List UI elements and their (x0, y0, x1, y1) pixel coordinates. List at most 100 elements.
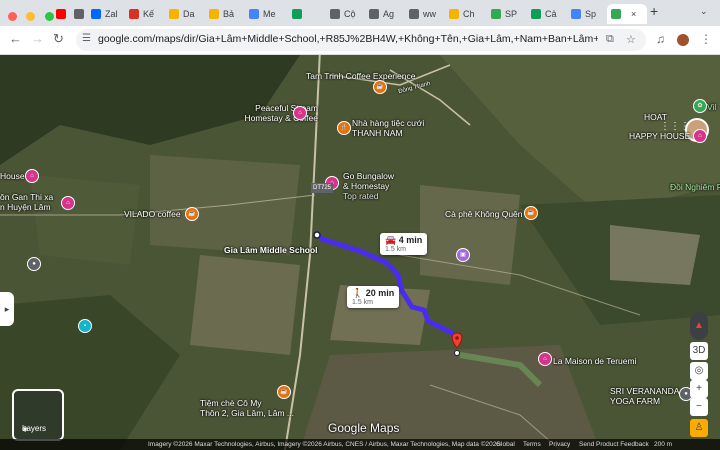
browser-tab[interactable]: Da (165, 4, 203, 24)
walking-icon: 🚶 (352, 288, 364, 298)
site-info-icon[interactable]: ☰ (82, 33, 91, 44)
restaurant-pin-icon[interactable]: 🍴 (337, 121, 351, 135)
browser-tab[interactable]: Sp (567, 4, 605, 24)
tab-favicon-icon (369, 9, 379, 19)
tab-title: ww (423, 9, 436, 19)
zoom-in-button[interactable]: + (690, 380, 708, 398)
zoom-out-button[interactable]: − (690, 398, 708, 416)
place-label[interactable]: Đồi Nghiêm P (670, 182, 720, 192)
tab-title: Ag (383, 9, 395, 19)
cafe-pin-icon[interactable]: ☕ (524, 206, 538, 220)
tab-favicon-icon (56, 9, 66, 19)
browser-tab[interactable]: ww (405, 4, 443, 24)
forward-icon[interactable]: → (31, 31, 44, 46)
tab-favicon-icon (91, 9, 101, 19)
browser-tab[interactable]: Kế (125, 4, 163, 24)
browser-tab[interactable]: Zal (87, 4, 125, 24)
tab-favicon-icon (209, 9, 219, 19)
browser-tab[interactable]: Bả (205, 4, 243, 24)
my-location-icon[interactable]: ◎ (690, 362, 708, 380)
terms-link[interactable]: Terms (523, 439, 541, 450)
tab-favicon-icon (249, 9, 259, 19)
origin-label[interactable]: Gia Lâm Middle School (224, 245, 318, 255)
cafe-pin-icon[interactable]: ☕ (185, 207, 199, 221)
drive-route-callout[interactable]: 🚘 4 min 1.5 km (380, 233, 428, 255)
place-label[interactable]: Tam Trinh Coffee Experience (306, 71, 415, 81)
hotel-pin-icon[interactable]: ⌂ (61, 196, 75, 210)
tab-title: Da (183, 9, 195, 19)
new-tab-button[interactable]: + (650, 3, 658, 19)
place-label[interactable]: HOAT (644, 112, 667, 122)
map-footer: Imagery ©2026 Maxar Technologies, Airbus… (0, 439, 720, 450)
tab-title: SP (505, 9, 518, 19)
google-maps-logo: Google Maps (328, 421, 400, 435)
scale-bar[interactable]: 200 m (654, 439, 672, 450)
global-link[interactable]: Global (496, 439, 515, 450)
tab-title: Sp (585, 9, 597, 19)
browser-tab[interactable]: Cộ (326, 4, 364, 24)
place-label[interactable]: HAPPY HOUSE (629, 131, 690, 141)
3d-toggle-button[interactable]: 3D (690, 342, 708, 360)
media-controls-icon[interactable]: ♫ (656, 32, 665, 46)
browser-tab[interactable]: Cả (527, 4, 565, 24)
hotel-pin-icon[interactable]: ⌂ (25, 169, 39, 183)
tab-title: Kế (143, 9, 155, 19)
browser-tab[interactable] (288, 4, 326, 24)
layers-label: Layers (22, 424, 47, 433)
walk-distance: 1.5 km (352, 299, 374, 306)
install-app-icon[interactable]: ⧉ (606, 33, 614, 46)
tab-favicon-icon (74, 9, 84, 19)
place-label[interactable]: House (0, 171, 25, 181)
map-canvas[interactable]: ▸ ⋮⋮⋮ Tam Trinh Coffee Experience ☕ Peac… (0, 55, 720, 450)
browser-menu-icon[interactable]: ⋮ (700, 32, 712, 46)
cafe-pin-icon[interactable]: ☕ (277, 385, 291, 399)
reload-icon[interactable]: ↻ (53, 31, 64, 47)
place-label[interactable]: VILADO coffee (124, 209, 181, 219)
place-label[interactable]: Nhà hàng tiệc cưới THANH NAM (352, 118, 424, 138)
road-shield: DT725 (311, 183, 334, 193)
car-icon: 🚘 (385, 235, 397, 245)
collapse-side-panel-button[interactable]: ▸ (0, 292, 14, 326)
browser-tab[interactable]: × (607, 4, 647, 24)
profile-avatar[interactable] (677, 34, 689, 46)
pegman-icon[interactable]: ♙ (690, 419, 708, 437)
compass-icon[interactable]: ▲ (690, 312, 708, 340)
bookmark-star-icon[interactable]: ☆ (626, 33, 636, 46)
place-pin-icon[interactable]: ▪ (78, 319, 92, 333)
tab-favicon-icon (571, 9, 581, 19)
place-label[interactable]: La Maison de Teruemi (553, 356, 636, 366)
browser-tab[interactable]: SP (487, 4, 525, 24)
park-pin-icon[interactable]: ✿ (693, 99, 707, 113)
layers-button[interactable]: ◈ Layers (12, 389, 64, 441)
tab-title: Cả (545, 9, 557, 19)
location-pin-icon[interactable]: ● (27, 257, 41, 271)
minimize-window-button[interactable] (26, 12, 36, 21)
address-bar[interactable]: ☰ google.com/maps/dir/Gia+Lâm+Middle+Sch… (76, 29, 646, 51)
browser-tab[interactable]: Ag (365, 4, 403, 24)
place-label[interactable]: Cà phê Không Quên (445, 209, 523, 219)
place-label[interactable]: SRI VERANANDA YOGA FARM (610, 386, 679, 406)
hotel-pin-icon[interactable]: ⌂ (538, 352, 552, 366)
tab-favicon-icon (292, 9, 302, 19)
feedback-link[interactable]: Send Product Feedback (579, 439, 649, 450)
place-label[interactable]: Vil (707, 102, 716, 112)
place-label[interactable]: Tiệm chè Cô My Thôn 2, Gia Lâm, Lâm ... (200, 398, 294, 418)
hotel-pin-icon[interactable]: ⌂ (693, 129, 707, 143)
place-label[interactable]: Go Bungalow & Homestay (343, 171, 394, 191)
place-rating-label: Top rated (343, 191, 379, 201)
drive-time: 4 min (398, 235, 423, 245)
close-tab-icon[interactable]: × (631, 9, 636, 19)
shop-pin-icon[interactable]: ▣ (456, 248, 470, 262)
tab-search-button[interactable]: ⌄ (700, 6, 708, 17)
browser-tab[interactable]: Ch (445, 4, 483, 24)
place-label[interactable]: ôn Gan Thi xa n Huyện Lâm (0, 192, 53, 212)
walk-route-callout[interactable]: 🚶 20 min 1.5 km (347, 286, 400, 308)
close-window-button[interactable] (8, 12, 17, 21)
browser-tab[interactable]: Me (245, 4, 283, 24)
tab-title: Ch (463, 9, 475, 19)
hotel-pin-icon[interactable]: ⌂ (293, 106, 307, 120)
privacy-link[interactable]: Privacy (549, 439, 570, 450)
back-icon[interactable]: ← (9, 31, 22, 46)
imagery-attribution: Imagery ©2026 Maxar Technologies, Airbus… (148, 441, 500, 448)
cafe-pin-icon[interactable]: ☕ (373, 80, 387, 94)
